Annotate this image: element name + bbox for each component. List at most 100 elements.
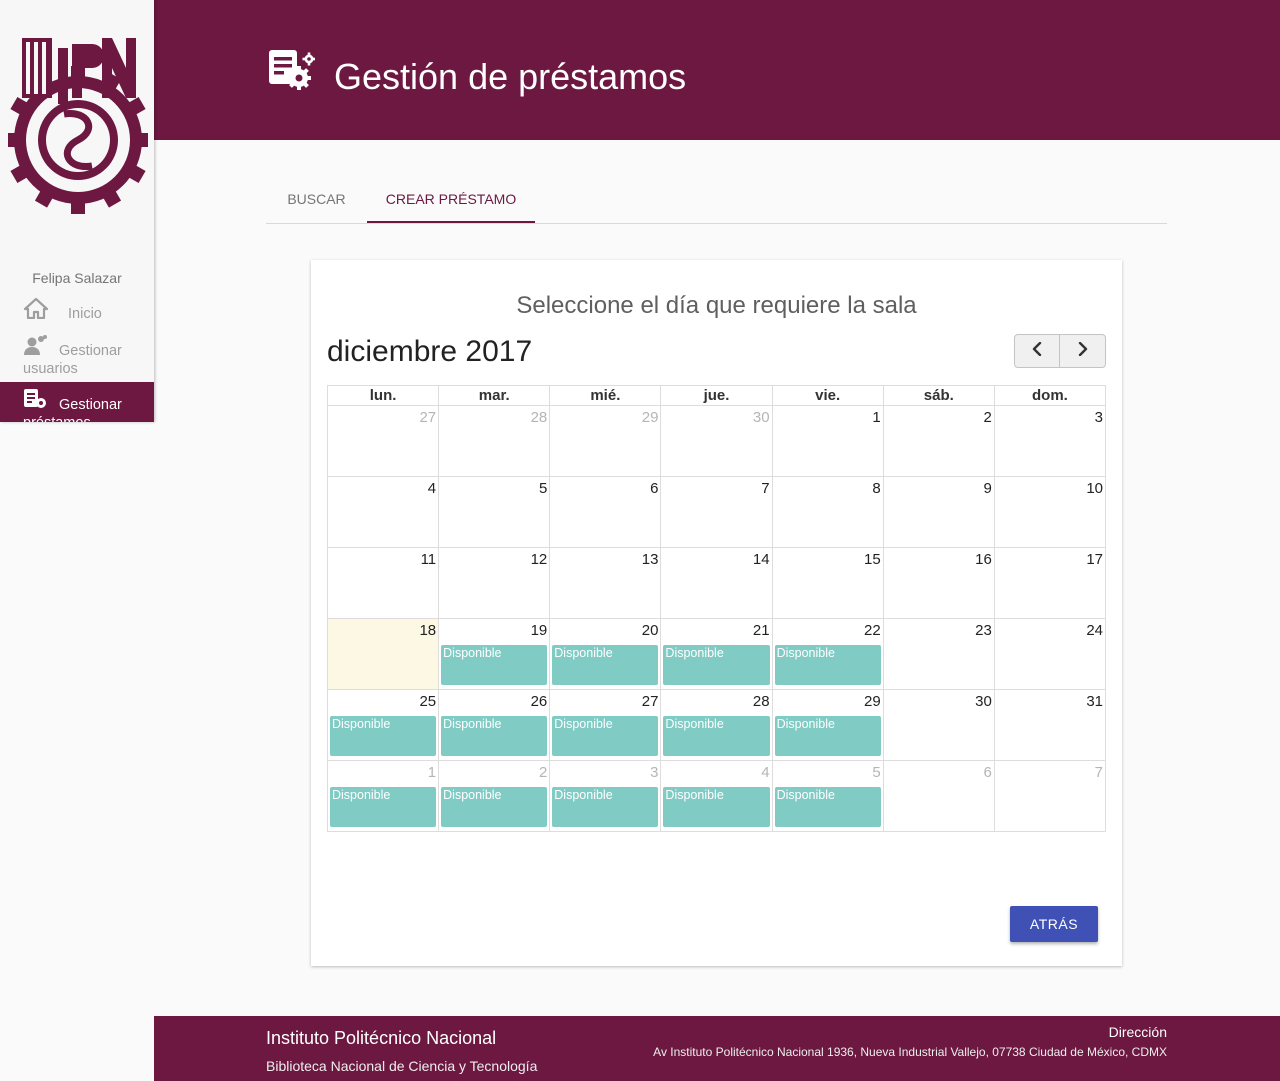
calendar-day-cell[interactable]: 12 <box>438 547 551 619</box>
calendar-day-cell[interactable]: 23 <box>882 618 995 690</box>
calendar-day-cell[interactable]: 6 <box>549 476 662 548</box>
day-number: 28 <box>752 693 770 710</box>
calendar-day-cell[interactable]: 4 <box>326 476 440 548</box>
calendar-day-cell[interactable]: 24 <box>993 618 1107 690</box>
day-number: 6 <box>983 764 992 781</box>
day-number: 22 <box>864 622 881 639</box>
calendar-day-cell[interactable]: 3 <box>993 405 1107 477</box>
sidebar: Felipa Salazar Inicio Gestionar usuarios… <box>0 0 154 422</box>
calendar-day-cell[interactable]: 4 Disponible <box>660 760 773 832</box>
availability-event[interactable]: Disponible <box>552 787 659 827</box>
day-number: 4 <box>427 480 437 497</box>
calendar-day-cell[interactable]: 21 Disponible <box>660 618 773 690</box>
calendar-day-cell[interactable]: 27 <box>326 405 440 477</box>
weekday-header: mar. <box>438 385 551 406</box>
calendar-week-row: 11 12 13 14 15 16 17 <box>326 547 1107 619</box>
calendar-day-cell[interactable]: 31 <box>993 689 1107 761</box>
calendar-day-cell[interactable]: 29 <box>549 405 662 477</box>
weekday-header: jue. <box>660 385 773 406</box>
document-gear-icon <box>267 48 316 97</box>
calendar-day-cell[interactable]: 2 Disponible <box>438 760 551 832</box>
calendar-day-cell[interactable]: 5 <box>438 476 551 548</box>
calendar-day-cell[interactable]: 1 <box>771 405 884 477</box>
day-number: 11 <box>420 551 437 568</box>
sidebar-item-prestamos[interactable]: Gestionar préstamos <box>0 382 154 422</box>
day-number: 31 <box>1086 693 1103 710</box>
day-number: 28 <box>530 409 548 426</box>
calendar-day-cell[interactable]: 7 <box>993 760 1107 832</box>
calendar-day-cell[interactable]: 27 Disponible <box>549 689 662 761</box>
sidebar-item-label: Gestionar usuarios <box>23 343 122 377</box>
calendar-day-cell[interactable]: 16 <box>882 547 995 619</box>
sidebar-item-usuarios[interactable]: Gestionar usuarios <box>0 333 154 379</box>
day-number: 21 <box>752 622 770 639</box>
availability-event[interactable]: Disponible <box>441 645 548 685</box>
calendar-day-cell[interactable]: 9 <box>882 476 995 548</box>
calendar-day-cell[interactable]: 19 Disponible <box>438 618 551 690</box>
availability-event[interactable]: Disponible <box>441 716 548 756</box>
day-number: 1 <box>872 409 881 426</box>
day-number: 6 <box>650 480 659 497</box>
day-number: 14 <box>752 551 770 568</box>
calendar-day-cell[interactable]: 17 <box>993 547 1107 619</box>
calendar-day-cell[interactable]: 22 Disponible <box>771 618 884 690</box>
calendar-day-cell[interactable]: 20 Disponible <box>549 618 662 690</box>
day-number: 20 <box>641 622 659 639</box>
availability-event[interactable]: Disponible <box>663 787 770 827</box>
calendar-day-cell[interactable]: 5 Disponible <box>771 760 884 832</box>
day-number: 13 <box>641 551 659 568</box>
calendar-grid: lun. mar. mié. jue. vie. sáb. dom. 27 28 29 30 1 2 3… <box>326 385 1107 832</box>
calendar-day-cell[interactable]: 30 <box>660 405 773 477</box>
back-button[interactable]: ATRÁS <box>1010 906 1098 942</box>
availability-event[interactable]: Disponible <box>552 645 659 685</box>
calendar-day-cell[interactable]: 6 <box>882 760 995 832</box>
availability-event[interactable]: Disponible <box>774 716 881 756</box>
calendar-day-cell[interactable]: 28 Disponible <box>660 689 773 761</box>
calendar-day-cell[interactable]: 8 <box>771 476 884 548</box>
day-number: 29 <box>864 693 881 710</box>
calendar-day-cell[interactable]: 13 <box>549 547 662 619</box>
availability-event[interactable]: Disponible <box>441 787 548 827</box>
month-navigation <box>1014 334 1106 368</box>
footer-institution: Instituto Politécnico Nacional <box>266 1028 497 1048</box>
page-header: Gestión de préstamos <box>154 0 1280 140</box>
day-number: 16 <box>975 551 992 568</box>
calendar-day-cell[interactable]: 1 Disponible <box>326 760 440 832</box>
calendar-day-cell[interactable]: 3 Disponible <box>549 760 662 832</box>
ipn-logo <box>4 30 152 232</box>
calendar-day-cell[interactable]: 28 <box>438 405 551 477</box>
day-number: 2 <box>538 764 548 781</box>
calendar-day-cell[interactable]: 10 <box>993 476 1107 548</box>
availability-event[interactable]: Disponible <box>663 716 770 756</box>
availability-event[interactable]: Disponible <box>774 645 881 685</box>
calendar-day-cell[interactable]: 29 Disponible <box>771 689 884 761</box>
weekday-header: sáb. <box>882 385 995 406</box>
sidebar-item-inicio[interactable]: Inicio <box>0 296 154 330</box>
calendar-day-cell[interactable]: 11 <box>326 547 440 619</box>
calendar-week-row: 18 19 Disponible 20 Disponible 21 Disponible 22… <box>326 618 1107 690</box>
calendar-day-cell[interactable]: 25 Disponible <box>326 689 440 761</box>
day-number: 27 <box>641 693 659 710</box>
day-number: 3 <box>1094 409 1103 426</box>
day-number: 30 <box>975 693 992 710</box>
calendar-day-cell[interactable]: 26 Disponible <box>438 689 551 761</box>
calendar-day-cell[interactable]: 14 <box>660 547 773 619</box>
availability-event[interactable]: Disponible <box>330 716 437 756</box>
day-number: 12 <box>530 551 548 568</box>
availability-event[interactable]: Disponible <box>330 787 437 827</box>
prev-month-button[interactable] <box>1014 334 1060 368</box>
next-month-button[interactable] <box>1060 334 1106 368</box>
tab-buscar[interactable]: BUSCAR <box>266 180 367 223</box>
calendar-day-cell[interactable]: 2 <box>882 405 995 477</box>
calendar-day-cell[interactable]: 18 <box>326 618 440 690</box>
calendar-day-cell[interactable]: 30 <box>882 689 995 761</box>
availability-event[interactable]: Disponible <box>552 716 659 756</box>
availability-event[interactable]: Disponible <box>774 787 881 827</box>
calendar-day-cell[interactable]: 15 <box>771 547 884 619</box>
calendar-day-cell[interactable]: 7 <box>660 476 773 548</box>
day-number: 2 <box>983 409 992 426</box>
calendar-week-row: 25 Disponible 26 Disponible 27 Disponible 28 Di… <box>326 689 1107 761</box>
availability-event[interactable]: Disponible <box>663 645 770 685</box>
tab-crear-prestamo[interactable]: CREAR PRÉSTAMO <box>367 180 535 223</box>
day-number: 26 <box>530 693 548 710</box>
